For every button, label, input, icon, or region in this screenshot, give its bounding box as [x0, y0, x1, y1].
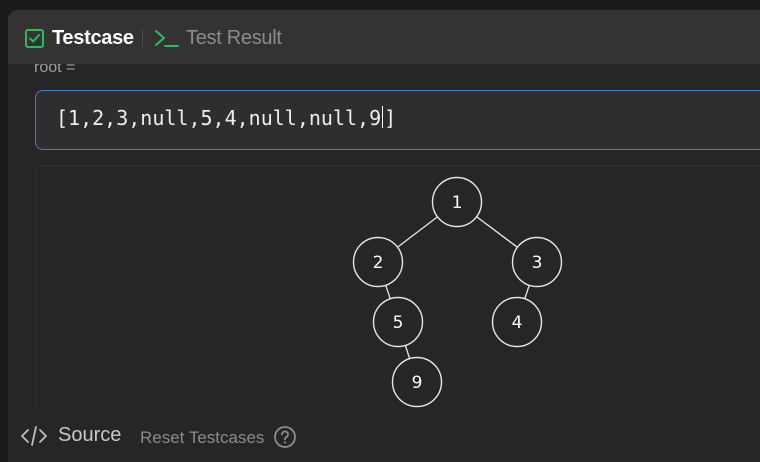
tab-testcase-label: Testcase: [52, 26, 134, 49]
testcase-content: root = [1,2,3,null,5,4,null,null,9] 1 2: [8, 64, 760, 410]
help-icon[interactable]: [273, 425, 297, 449]
input-value-start: [1,2,3,null,5,4,null,null,9: [56, 106, 382, 130]
tree-node-5-label: 5: [393, 313, 404, 333]
tree-node-3-label: 3: [532, 253, 543, 273]
tree-node-9-label: 9: [412, 373, 423, 393]
source-button[interactable]: Source: [20, 424, 121, 447]
tab-bar: Testcase Test Result: [8, 10, 760, 64]
testcase-panel: Testcase Test Result root = [1,2,3,null,…: [8, 10, 760, 462]
root-input[interactable]: [1,2,3,null,5,4,null,null,9]: [35, 90, 760, 150]
tab-test-result[interactable]: Test Result: [154, 24, 282, 52]
param-label: root =: [34, 64, 76, 76]
tab-testcase[interactable]: Testcase: [25, 24, 134, 52]
checkbox-icon: [25, 28, 44, 48]
tree-visualization: 1 2 3 5 4 9: [35, 165, 760, 410]
terminal-icon: [154, 28, 180, 48]
input-value-end: ]: [384, 106, 397, 130]
tab-test-result-label: Test Result: [186, 26, 282, 49]
tab-divider: [142, 29, 143, 47]
tree-node-4-label: 4: [512, 313, 523, 333]
reset-testcases-button[interactable]: Reset Testcases: [140, 428, 264, 448]
tree-node-2-label: 2: [373, 253, 384, 273]
source-label: Source: [58, 424, 122, 446]
tree-diagram: 1 2 3 5 4 9: [352, 176, 563, 408]
root-input-text[interactable]: [1,2,3,null,5,4,null,null,9]: [56, 106, 396, 130]
tree-node-1-label: 1: [452, 193, 463, 213]
text-caret: [382, 106, 384, 128]
code-icon: [20, 425, 48, 447]
footer-bar: Source Reset Testcases: [8, 410, 760, 462]
